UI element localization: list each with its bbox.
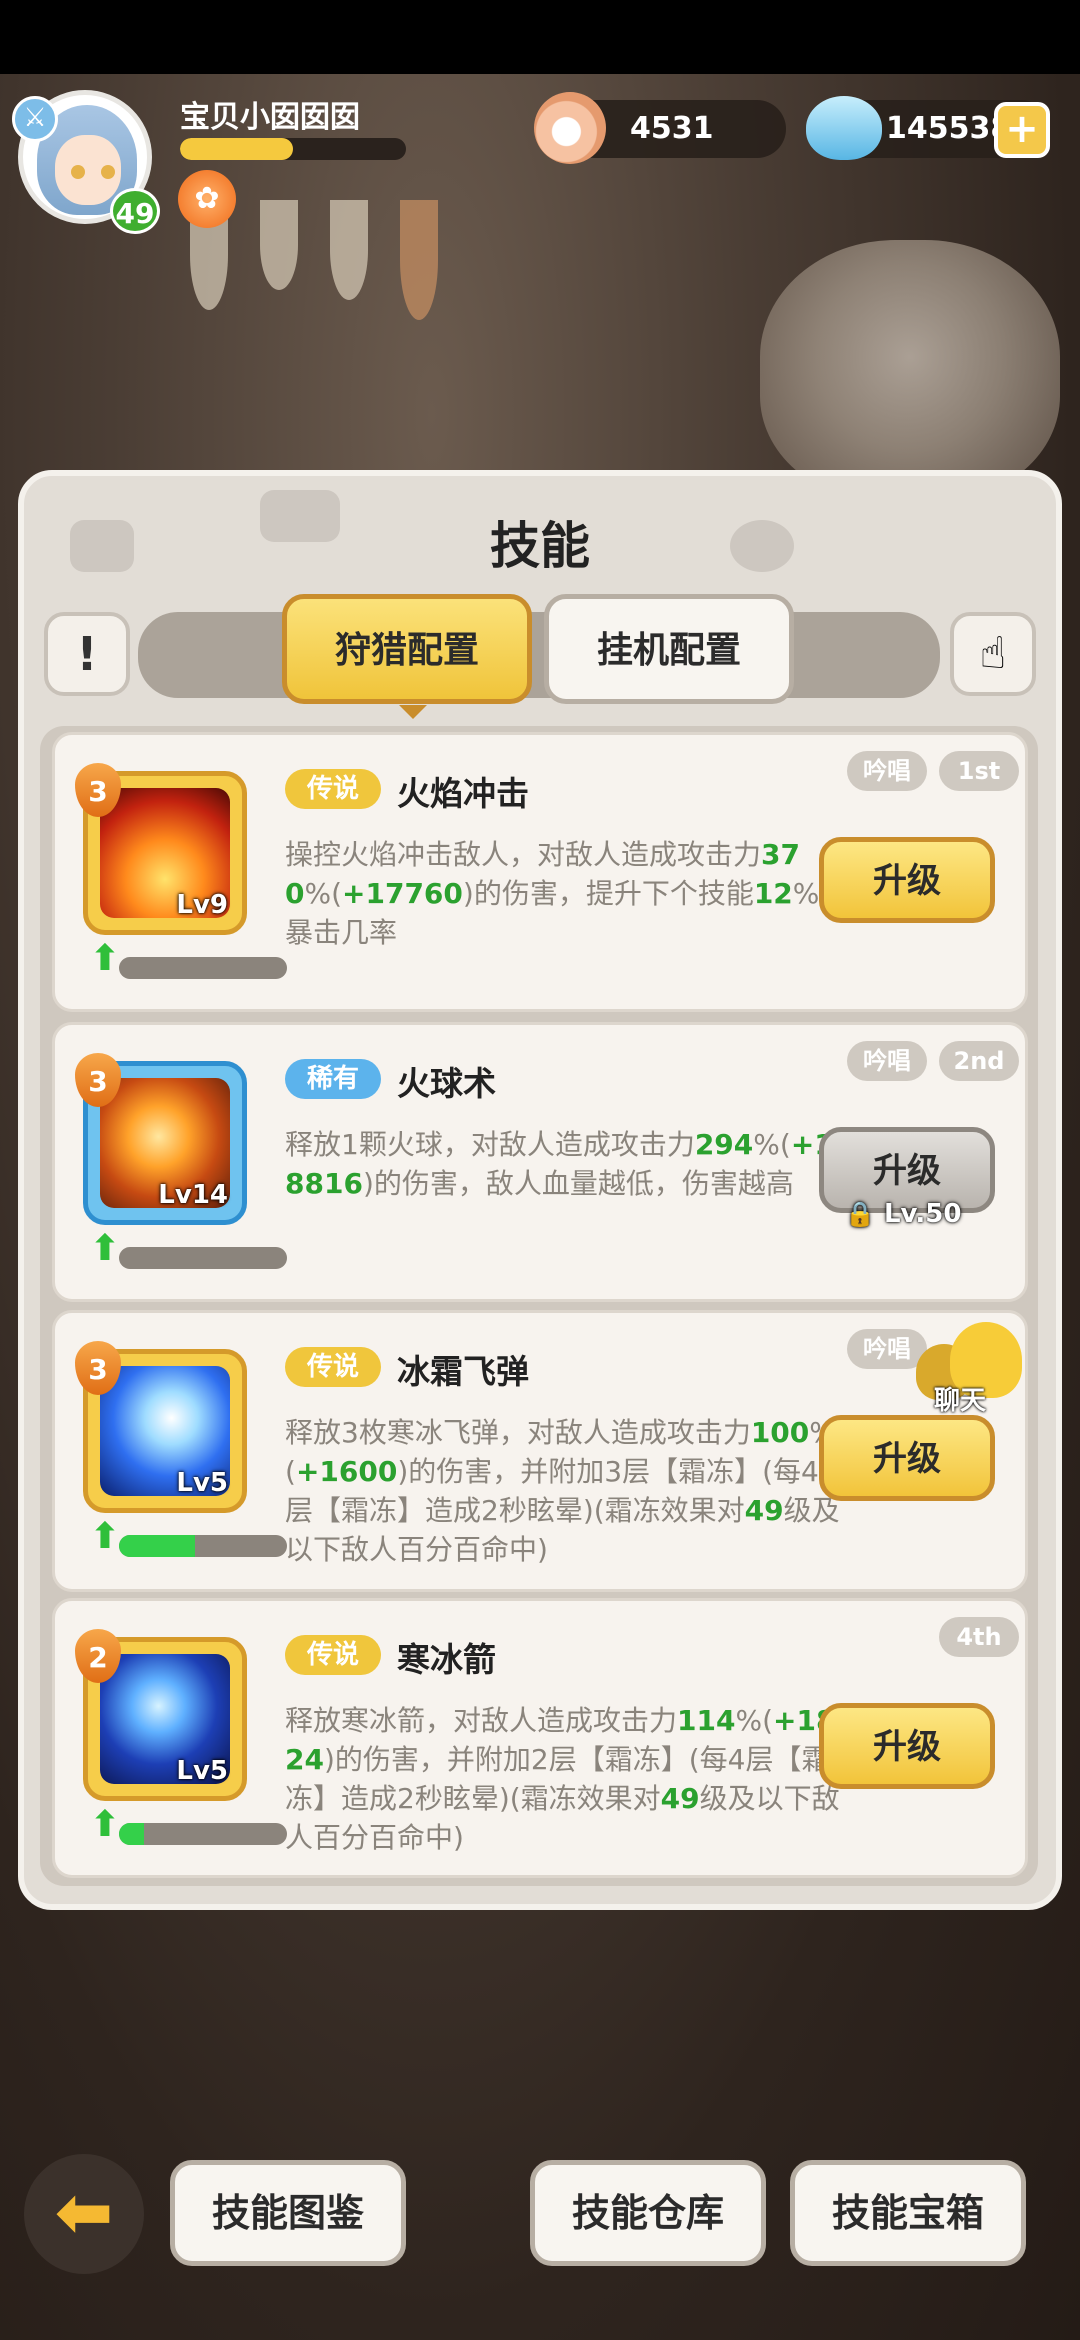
skill-card[interactable]: Lv14 3 ⬆ 稀有 火球术 释放1颗火球，对敌人造成攻击力294%(+188… — [52, 1022, 1028, 1302]
desc-text: %( — [735, 1704, 773, 1737]
desc-value: 12 — [753, 877, 793, 910]
skill-description: 操控火焰冲击敌人，对敌人造成攻击力370%(+17760)的伤害，提升下个技能1… — [285, 835, 845, 952]
desc-value: 114 — [677, 1704, 736, 1737]
cast-type-tag: 吟唱 — [847, 1329, 927, 1369]
player-level-badge: 49 — [110, 188, 160, 234]
skull-decoration — [760, 240, 1060, 500]
skill-upgrade-progress — [119, 1535, 287, 1557]
desc-text: %( — [753, 1128, 791, 1161]
cast-type-tag: 吟唱 — [847, 1041, 927, 1081]
skill-upgrade-progress — [119, 1247, 287, 1269]
skill-name: 冰霜飞弹 — [397, 1352, 529, 1391]
slot-order-tag: 1st — [939, 751, 1019, 791]
tab-hunt-config[interactable]: 狩猎配置 — [282, 594, 532, 719]
skill-card[interactable]: Lv9 3 ⬆ 传说 火焰冲击 操控火焰冲击敌人，对敌人造成攻击力370%(+1… — [52, 732, 1028, 1012]
skill-name: 火焰冲击 — [397, 774, 529, 813]
rarity-badge: 稀有 — [285, 1059, 381, 1099]
status-bar — [0, 0, 1080, 74]
desc-text: )的伤害，敌人血量越低，伤害越高 — [362, 1167, 794, 1200]
progress-fill — [119, 1823, 145, 1845]
lock-icon: 🔒 — [845, 1200, 875, 1228]
diamond-count: 145538 — [886, 111, 1012, 146]
skill-upgrade-progress — [119, 957, 287, 979]
skill-storage-button[interactable]: 技能仓库 — [530, 2160, 766, 2266]
upgrade-button[interactable]: 升级 — [819, 1415, 995, 1501]
skill-chest-button[interactable]: 技能宝箱 — [790, 2160, 1026, 2266]
skill-level: Lv5 — [176, 1468, 228, 1498]
slot-order-tag: 4th — [939, 1617, 1019, 1657]
avatar-eye — [101, 165, 115, 179]
upgrade-button[interactable]: 升级 — [819, 1703, 995, 1789]
skill-name: 火球术 — [397, 1064, 496, 1103]
player-name: 宝贝小囡囡囡 — [180, 100, 360, 135]
desc-text: %( — [304, 877, 343, 910]
add-diamond-button[interactable]: + — [994, 102, 1050, 158]
desc-value: 49 — [744, 1494, 784, 1527]
hand-pointer-icon[interactable]: ☝ — [950, 612, 1036, 696]
pearl-icon — [534, 92, 606, 164]
progress-fill — [119, 1535, 195, 1557]
upgrade-arrow-icon: ⬆ — [89, 1516, 121, 1557]
chat-label: 聊天 — [934, 1386, 987, 1416]
skill-codex-button[interactable]: 技能图鉴 — [170, 2160, 406, 2266]
avatar-eye — [71, 165, 85, 179]
back-arrow-icon[interactable]: ⬅ — [24, 2154, 144, 2274]
sword-icon: ⚔ — [12, 96, 58, 142]
skill-description: 释放寒冰箭，对敌人造成攻击力114%(+1824)的伤害，并附加2层【霜冻】(每… — [285, 1701, 845, 1857]
rarity-badge: 传说 — [285, 1635, 381, 1675]
pearl-count: 4531 — [630, 111, 714, 146]
skill-upgrade-progress — [119, 1823, 287, 1845]
desc-text: 释放3枚寒冰飞弹，对敌人造成攻击力 — [285, 1416, 751, 1449]
upgrade-button[interactable]: 升级 — [819, 837, 995, 923]
slot-order-tag: 2nd — [939, 1041, 1019, 1081]
rarity-badge: 传说 — [285, 769, 381, 809]
desc-text: 释放寒冰箭，对敌人造成攻击力 — [285, 1704, 678, 1737]
upgrade-arrow-icon: ⬆ — [89, 1228, 121, 1269]
skill-level: Lv9 — [176, 890, 228, 920]
desc-value: 294 — [694, 1128, 754, 1161]
exp-bar — [180, 138, 406, 160]
desc-text: 释放1颗火球，对敌人造成攻击力 — [285, 1128, 695, 1161]
desc-value: 49 — [660, 1782, 700, 1815]
skill-level: Lv14 — [158, 1180, 228, 1210]
skill-description: 释放3枚寒冰飞弹，对敌人造成攻击力100%(+1600)的伤害，并附加3层【霜冻… — [285, 1413, 845, 1569]
desc-value: +17760 — [342, 877, 463, 910]
desc-value: +1600 — [295, 1455, 398, 1488]
desc-text: )的伤害，提升下个技能 — [462, 877, 754, 910]
upgrade-arrow-icon: ⬆ — [89, 1804, 121, 1845]
desc-text: 操控火焰冲击敌人，对敌人造成攻击力 — [285, 838, 762, 871]
fang-necklace-decoration — [180, 200, 500, 330]
info-button[interactable]: ! — [44, 612, 130, 696]
skill-card[interactable]: Lv5 2 ⬆ 传说 寒冰箭 释放寒冰箭，对敌人造成攻击力114%(+1824)… — [52, 1598, 1028, 1878]
skill-card[interactable]: Lv5 3 ⬆ 传说 冰霜飞弹 释放3枚寒冰飞弹，对敌人造成攻击力100%(+1… — [52, 1310, 1028, 1592]
exp-bar-fill — [180, 138, 293, 160]
vip-badge-icon[interactable]: ✿ — [178, 170, 236, 228]
cast-type-tag: 吟唱 — [847, 751, 927, 791]
skill-description: 释放1颗火球，对敌人造成攻击力294%(+18816)的伤害，敌人血量越低，伤害… — [285, 1125, 845, 1203]
page-title: 技能 — [490, 517, 590, 575]
skill-name: 寒冰箭 — [397, 1640, 496, 1679]
diamond-icon — [806, 96, 882, 160]
tab-idle-config[interactable]: 挂机配置 — [544, 594, 794, 704]
unlock-level-label: 🔒 Lv.50 — [845, 1199, 961, 1229]
tab-track — [138, 612, 940, 698]
upgrade-arrow-icon: ⬆ — [89, 938, 121, 979]
desc-value: 100 — [750, 1416, 810, 1449]
unlock-level: Lv.50 — [883, 1199, 962, 1229]
rarity-badge: 传说 — [285, 1347, 381, 1387]
skill-level: Lv5 — [176, 1756, 228, 1786]
